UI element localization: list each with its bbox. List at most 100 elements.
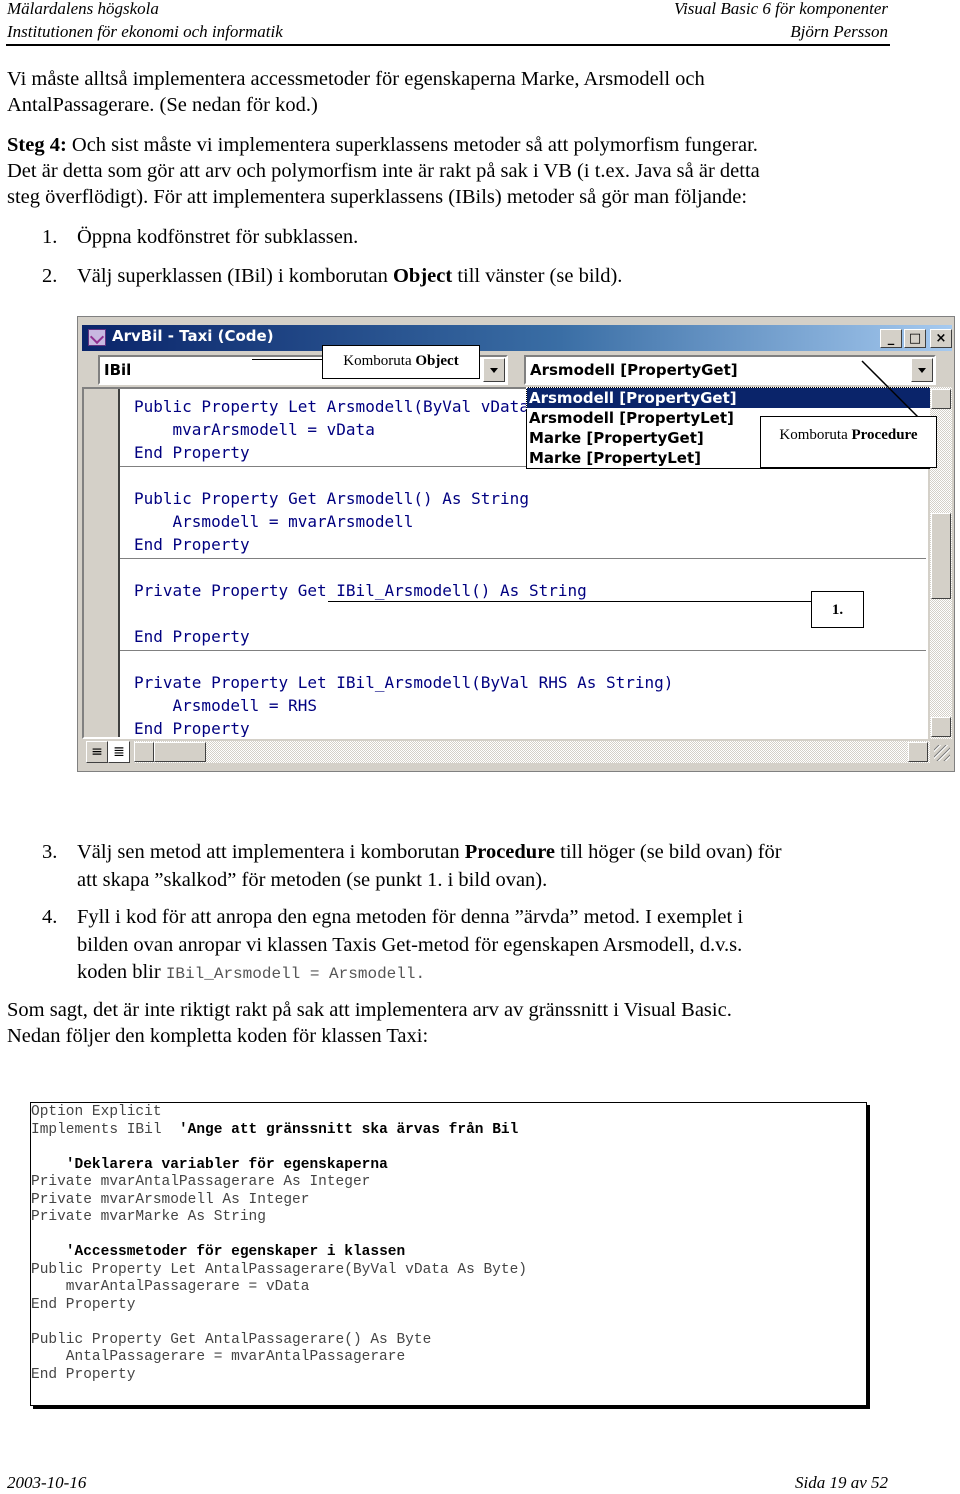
code-line: End Property	[134, 535, 250, 554]
code-line: Arsmodell = mvarArsmodell	[134, 512, 414, 531]
list-item-3-text-before: Välj sen metod att implementera i kombor…	[77, 841, 465, 863]
full-module-view-icon[interactable]: ≣	[108, 741, 130, 763]
window-title: ArvBil - Taxi (Code)	[112, 327, 274, 345]
listing-code: mvarAntalPassagerare = vData	[31, 1279, 310, 1295]
listing-line: 'Deklarera variabler för egenskaperna	[31, 1157, 388, 1175]
step4-line-2: Det är detta som gör att arv och polymor…	[7, 160, 760, 182]
scroll-down-arrow-icon[interactable]	[931, 717, 951, 737]
list-item-3-line-2: att skapa ”skalkod” för metoden (se punk…	[77, 869, 548, 891]
vertical-scroll-thumb[interactable]	[931, 513, 951, 599]
list-item-4-line-2: bilden ovan anropar vi klassen Taxis Get…	[77, 934, 743, 956]
list-item-3-text-after: till höger (se bild ovan) för	[555, 841, 782, 863]
list-item-2-text: Välj superklassen (IBil) i komborutan Ob…	[77, 262, 622, 290]
listing-line: Public Property Let AntalPassagerare(ByV…	[31, 1262, 527, 1280]
step4-line-3: steg överflödigt). För att implementera …	[7, 186, 748, 208]
list-item-3-bold: Procedure	[464, 841, 556, 863]
procedure-callout: Komboruta Procedure	[760, 416, 937, 468]
list-item-4-text-before: koden blir	[77, 961, 166, 983]
list-item-2-number: 2.	[42, 265, 58, 287]
list-item-4-line-3: koden blir IBil_Arsmodell = Arsmodell.	[77, 958, 425, 988]
step4-line-1-text: Och sist måste vi implementera superklas…	[66, 134, 758, 156]
procedure-callout-bold: Procedure	[851, 427, 918, 443]
step4-label: Steg 4:	[7, 134, 67, 156]
object-callout-leader	[252, 359, 324, 360]
listing-line: 'Accessmetoder för egenskaper i klassen	[31, 1244, 405, 1262]
object-callout-prefix: Komboruta	[343, 353, 416, 369]
listing-line: Private mvarAntalPassagerare As Integer	[31, 1174, 370, 1192]
maximize-button[interactable]: □	[904, 329, 926, 348]
object-callout: Komboruta Object	[322, 345, 480, 379]
procedure-combo-value: Arsmodell [PropertyGet]	[530, 361, 738, 379]
listing-comment: 'Accessmetoder för egenskaper i klassen	[65, 1244, 406, 1260]
code-line: Private Property Get IBil_Arsmodell() As…	[134, 581, 587, 600]
list-item-1-text: Öppna kodfönstret för subklassen.	[77, 226, 359, 248]
code-line: mvarArsmodell = vData	[134, 420, 375, 439]
step4-line-1: Steg 4: Och sist måste vi implementera s…	[7, 132, 907, 158]
listing-line: End Property	[31, 1297, 135, 1315]
code-line: Private Property Let IBil_Arsmodell(ByVa…	[134, 673, 674, 692]
list-item-2-text-after: till vänster (se bild).	[452, 265, 623, 287]
object-combo-value: IBil	[104, 361, 132, 379]
procedure-callout-prefix: Komboruta	[779, 427, 852, 443]
horizontal-scroll-thumb[interactable]	[154, 742, 206, 762]
listing-code: Option Explicit	[31, 1104, 162, 1120]
header-course: Visual Basic 6 för komponenter	[673, 0, 888, 18]
code-line: End Property	[134, 627, 250, 646]
listing-line: Option Explicit	[31, 1104, 162, 1122]
list-item-1-number: 1.	[42, 226, 58, 248]
code-line: Public Property Get Arsmodell() As Strin…	[134, 489, 529, 508]
listing-code: Public Property Let AntalPassagerare(ByV…	[31, 1261, 527, 1278]
listing-code: Private mvarArsmodell As Integer	[31, 1191, 310, 1208]
window-titlebar[interactable]: ArvBil - Taxi (Code) _ □ ×	[82, 325, 952, 351]
inline-code: IBil_Arsmodell = Arsmodell.	[165, 965, 426, 983]
intro-line-1: Vi måste alltså implementera accessmetod…	[7, 68, 705, 90]
step1-callout: 1.	[811, 591, 864, 628]
horizontal-scrollbar[interactable]	[134, 741, 930, 763]
header-author: Björn Persson	[790, 22, 888, 41]
vb-class-icon	[88, 329, 106, 346]
listing-code	[31, 1157, 66, 1173]
list-item-2-bold: Object	[392, 265, 453, 287]
header-rule	[6, 44, 890, 46]
scroll-up-arrow-icon[interactable]	[931, 389, 951, 409]
step1-callout-leader	[328, 601, 812, 602]
listing-code: Public Property Get AntalPassagerare() A…	[31, 1331, 432, 1348]
minimize-button[interactable]: _	[880, 329, 902, 348]
outro-line-2: Nedan följer den kompletta koden för kla…	[7, 1025, 429, 1047]
procedure-separator	[120, 650, 926, 651]
scroll-left-arrow-icon[interactable]	[134, 742, 154, 762]
listing-line: Private mvarArsmodell As Integer	[31, 1192, 309, 1210]
resize-grip-icon[interactable]	[934, 745, 950, 761]
listing-line: Private mvarMarke As String	[31, 1209, 266, 1227]
list-item-4-number: 4.	[42, 906, 58, 928]
listing-code: Private mvarAntalPassagerare As Integer	[31, 1174, 371, 1190]
listing-code: Implements IBil	[31, 1121, 179, 1138]
listing-comment: 'Ange att gränssnitt ska ärvas från Bil	[178, 1121, 519, 1138]
listing-code: End Property	[31, 1296, 136, 1313]
listing-line: Public Property Get AntalPassagerare() A…	[31, 1332, 431, 1350]
footer-page: Sida 19 av 52	[794, 1473, 888, 1492]
listing-comment: 'Deklarera variabler för egenskaperna	[65, 1156, 388, 1173]
object-combo-dropdown-arrow-icon[interactable]	[483, 358, 505, 382]
footer-date: 2003-10-16	[7, 1473, 87, 1492]
listing-code: AntalPassagerare = mvarAntalPassagerare	[31, 1349, 406, 1365]
close-button[interactable]: ×	[930, 329, 952, 348]
object-callout-bold: Object	[415, 353, 459, 369]
listing-code: End Property	[31, 1366, 136, 1383]
code-line: End Property	[134, 719, 250, 738]
code-line: End Property	[134, 443, 250, 462]
intro-line-2: AntalPassagerare. (Se nedan för kod.)	[7, 94, 318, 116]
code-line: Arsmodell = RHS	[134, 696, 318, 715]
procedure-separator	[120, 558, 926, 559]
header-institution: Mälardalens högskola	[7, 0, 159, 18]
list-item-4-line-1: Fyll i kod för att anropa den egna metod…	[77, 906, 744, 928]
scroll-right-arrow-icon[interactable]	[908, 742, 928, 762]
list-item-3-number: 3.	[42, 841, 58, 863]
list-item-2-text-before: Välj superklassen (IBil) i komborutan	[77, 265, 393, 287]
procedure-view-icon[interactable]: ≡	[86, 741, 108, 763]
procedure-callout-leader	[861, 360, 919, 418]
list-item-3-line-1: Välj sen metod att implementera i kombor…	[77, 838, 782, 866]
listing-line: End Property	[31, 1367, 135, 1385]
listing-code: Private mvarMarke As String	[31, 1209, 266, 1225]
listing-line: AntalPassagerare = mvarAntalPassagerare	[31, 1349, 405, 1367]
